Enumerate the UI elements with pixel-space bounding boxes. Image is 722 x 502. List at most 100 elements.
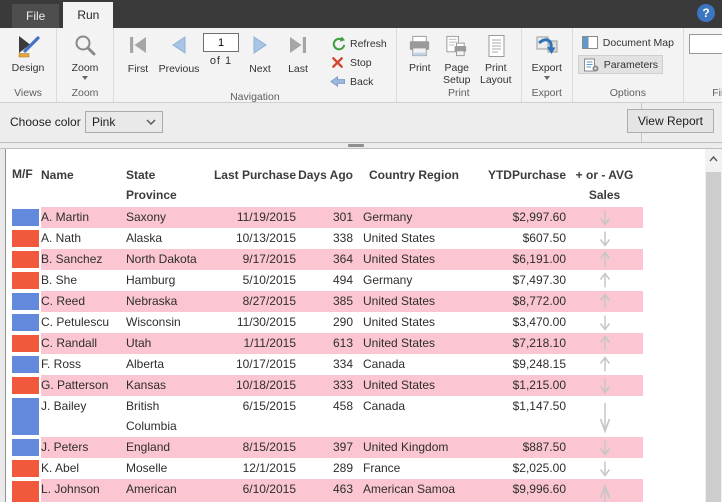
gender-swatch [12, 272, 39, 289]
report-canvas: M/F Name State Province Last Purchase Da… [5, 149, 705, 502]
last-purchase-cell: 9/17/2015 [242, 252, 296, 266]
design-button[interactable]: Design [5, 31, 51, 74]
stop-label: Stop [350, 56, 372, 69]
trend-cell [566, 312, 643, 333]
next-page-button[interactable]: Next [241, 31, 279, 75]
color-dropdown-value: Pink [92, 115, 116, 129]
report-table-body: A. Martin Saxony 11/19/2015 301 Germany … [6, 207, 705, 502]
last-purchase-cell: 10/18/2015 [235, 378, 296, 392]
trend-cell [566, 396, 643, 437]
last-purchase-cell: 8/27/2015 [242, 294, 296, 308]
gender-swatch [12, 293, 39, 310]
name-cell: K. Abel [41, 461, 80, 475]
refresh-label: Refresh [350, 37, 387, 50]
country-cell: Germany [363, 210, 413, 224]
ribbon-group-navigation: First Previous of 1 Next [114, 28, 397, 103]
trend-arrow-icon [599, 272, 610, 288]
tab-file[interactable]: File [12, 4, 60, 28]
back-button[interactable]: Back [325, 72, 391, 91]
header-days-ago: Days Ago [298, 168, 353, 182]
page-number-input[interactable] [203, 33, 239, 52]
trend-arrow-icon [599, 378, 610, 394]
trend-arrow-icon [599, 315, 610, 331]
gender-swatch [12, 439, 39, 456]
country-cell: France [363, 461, 401, 475]
trend-cell [566, 270, 643, 291]
ribbon-group-print: Print Page Setup Print Layout Print [397, 28, 522, 102]
parameters-button[interactable]: Parameters [577, 55, 664, 74]
trend-cell [566, 207, 643, 228]
stop-button[interactable]: Stop [325, 53, 391, 72]
gender-swatch [12, 460, 39, 477]
ytd-cell: $6,191.00 [512, 252, 566, 266]
state-cell: Kansas [126, 378, 167, 392]
print-group-label: Print [447, 87, 470, 99]
ytd-cell: $8,772.00 [512, 294, 566, 308]
export-button[interactable]: Export [527, 31, 567, 80]
scroll-up-icon[interactable] [705, 149, 722, 169]
name-cell: G. Patterson [41, 378, 109, 392]
export-group-label: Export [531, 87, 562, 99]
gender-swatch [12, 314, 39, 331]
days-ago-cell: 289 [332, 461, 353, 475]
table-row: G. Patterson Kansas 10/18/2015 333 Unite… [6, 375, 705, 396]
zoom-label: Zoom [71, 62, 99, 74]
days-ago-cell: 397 [332, 440, 353, 454]
ytd-cell: $9,996.60 [512, 482, 566, 496]
trend-arrow-icon [599, 461, 610, 477]
gender-cell [6, 458, 41, 479]
last-purchase-cell: 8/15/2015 [242, 440, 296, 454]
page-of-label: of 1 [209, 55, 233, 67]
help-icon[interactable]: ? [697, 4, 715, 22]
name-cell: L. Johnson [41, 482, 100, 496]
ribbon-group-views: Design Views [0, 28, 57, 102]
color-dropdown[interactable]: Pink [85, 111, 163, 133]
trend-arrow-icon [599, 440, 610, 456]
print-button[interactable]: Print [402, 31, 438, 74]
trend-arrow-icon [599, 335, 610, 351]
trend-cell [566, 291, 643, 312]
last-purchase-cell: 10/17/2015 [235, 357, 296, 371]
header-name: Name [41, 168, 74, 182]
country-cell: Canada [363, 399, 406, 413]
gender-cell [6, 375, 41, 396]
ribbon: Design Views Zoom Zoom First Previous 1 … [0, 28, 722, 103]
document-map-button[interactable]: Document Map [578, 33, 678, 52]
days-ago-cell: 613 [332, 336, 353, 350]
zoom-button[interactable]: Zoom [62, 31, 108, 80]
ribbon-group-zoom: Zoom Zoom [57, 28, 114, 102]
refresh-button[interactable]: Refresh [325, 34, 391, 53]
table-row: K. Abel Moselle 12/1/2015 289 France $2,… [6, 458, 705, 479]
tab-run[interactable]: Run [63, 2, 114, 28]
gender-swatch [12, 251, 39, 268]
last-page-button[interactable]: Last [279, 31, 317, 75]
state-cell: American Samoa [126, 482, 177, 496]
previous-page-button[interactable]: Previous [157, 31, 201, 75]
table-row: A. Martin Saxony 11/19/2015 301 Germany … [6, 207, 705, 228]
vertical-scrollbar[interactable] [705, 149, 722, 502]
table-row: F. Ross Alberta 10/17/2015 334 Canada $9… [6, 354, 705, 375]
print-layout-label: Print Layout [480, 62, 512, 86]
days-ago-cell: 301 [332, 210, 353, 224]
gender-swatch [12, 356, 39, 373]
splitter-grip[interactable] [348, 144, 364, 147]
country-cell: United States [363, 294, 436, 308]
state-cell: Nebraska [126, 294, 178, 308]
country-cell: Germany [363, 273, 413, 287]
gender-swatch [12, 335, 39, 352]
find-input[interactable] [688, 34, 722, 54]
days-ago-cell: 463 [332, 482, 353, 496]
ytd-cell: $3,470.00 [512, 315, 566, 329]
parameters-icon [583, 57, 600, 72]
days-ago-cell: 338 [332, 231, 353, 245]
table-row: C. Petulescu Wisconsin 11/30/2015 290 Un… [6, 312, 705, 333]
page-setup-button[interactable]: Page Setup [438, 31, 476, 86]
view-report-button[interactable]: View Report [626, 109, 714, 133]
gender-cell [6, 228, 41, 249]
first-page-button[interactable]: First [119, 31, 157, 75]
print-layout-button[interactable]: Print Layout [476, 31, 516, 86]
scrollbar-thumb[interactable] [706, 172, 721, 502]
trend-cell [566, 354, 643, 375]
header-country-region: Country Region [369, 168, 459, 182]
days-ago-cell: 334 [332, 357, 353, 371]
